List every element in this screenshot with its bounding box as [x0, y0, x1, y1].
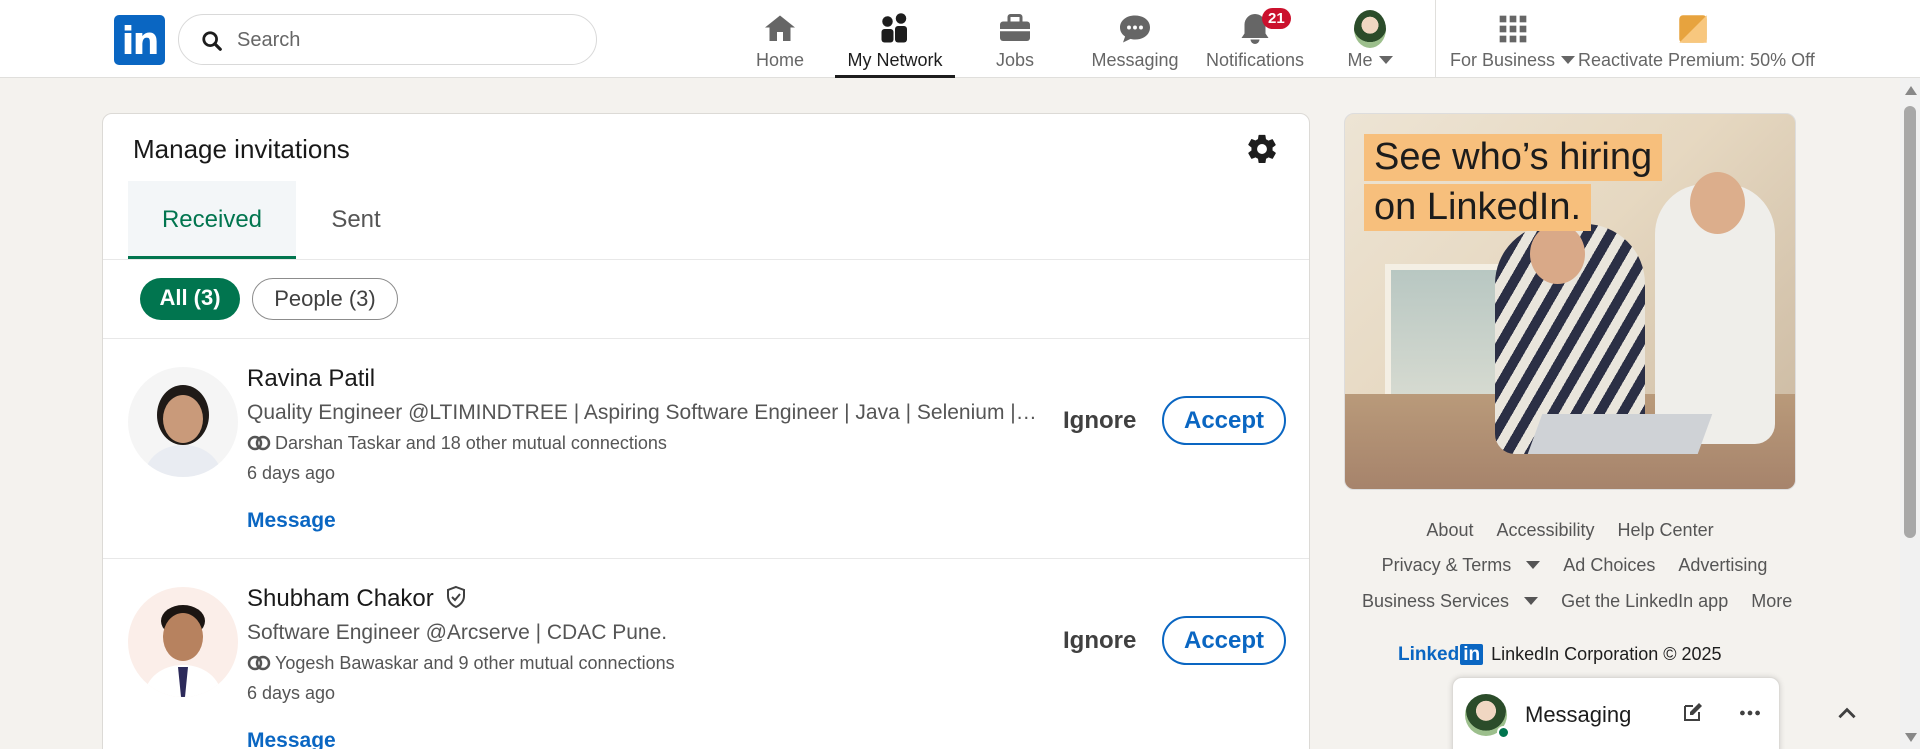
hiring-ad[interactable]: See who’s hiring on LinkedIn. — [1344, 113, 1796, 490]
nav-me-label: Me — [1335, 50, 1405, 71]
ad-laptop-graphic — [1527, 414, 1713, 454]
footer-row: Privacy & Terms Ad Choices Advertising — [1344, 555, 1796, 576]
accept-button[interactable]: Accept — [1162, 616, 1286, 665]
nav-messaging-label: Messaging — [1091, 50, 1179, 70]
footer-brand-logo: Linked in — [1398, 644, 1484, 665]
nav-home-label: Home — [755, 50, 804, 70]
footer-row: Business Services Get the LinkedIn app M… — [1344, 591, 1796, 612]
chat-icon — [1120, 15, 1150, 43]
avatar — [1354, 10, 1386, 48]
briefcase-icon — [1000, 14, 1030, 41]
invitee-name[interactable]: Ravina Patil — [247, 365, 375, 393]
footer-copyright: Linked in LinkedIn Corporation © 2025 — [1398, 644, 1722, 665]
invitations-card: Manage invitations Received Sent All (3)… — [102, 113, 1310, 749]
messaging-title[interactable]: Messaging — [1525, 702, 1631, 728]
footer-link-business-services[interactable]: Business Services — [1353, 591, 1539, 611]
nav-divider — [1435, 0, 1436, 78]
tab-received[interactable]: Received — [128, 181, 296, 259]
filter-people[interactable]: People (3) — [252, 278, 398, 320]
ignore-button[interactable]: Ignore — [1063, 407, 1136, 435]
nav-notifications[interactable]: 21 Notifications — [1200, 8, 1310, 78]
footer-link-accessibility[interactable]: Accessibility — [1496, 520, 1594, 540]
home-icon — [765, 15, 795, 41]
invitation-row: Ravina Patil Quality Engineer @LTIMINDTR… — [103, 339, 1309, 559]
invitee-name[interactable]: Shubham Chakor — [247, 585, 468, 613]
messaging-bar[interactable]: Messaging — [1452, 677, 1780, 749]
premium-icon — [1679, 15, 1707, 43]
mutual-connections-icon — [247, 655, 271, 671]
mutual-connections[interactable]: Darshan Taskar and 18 other mutual conne… — [247, 433, 667, 454]
nav-for-business-label: For Business — [1450, 50, 1576, 71]
search-icon — [202, 31, 222, 51]
footer-link-privacy-terms[interactable]: Privacy & Terms — [1373, 555, 1541, 575]
nav-jobs[interactable]: Jobs — [975, 8, 1055, 78]
scrollbar-thumb[interactable] — [1904, 106, 1916, 538]
footer-link-help-center[interactable]: Help Center — [1618, 520, 1714, 540]
nav-home[interactable]: Home — [740, 8, 820, 78]
filter-all[interactable]: All (3) — [140, 278, 240, 320]
nav-premium-label: Reactivate Premium: 50% Off — [1578, 50, 1815, 70]
invite-time: 6 days ago — [247, 683, 336, 703]
gear-icon[interactable] — [1245, 132, 1279, 166]
divider — [103, 259, 1309, 260]
nav-jobs-label: Jobs — [995, 50, 1035, 70]
network-icon — [881, 13, 907, 43]
nav-for-business[interactable]: For Business — [1450, 8, 1576, 78]
nav-premium[interactable]: Reactivate Premium: 50% Off — [1578, 8, 1815, 78]
footer-link-get-app[interactable]: Get the LinkedIn app — [1561, 591, 1728, 611]
footer-link-ad-choices[interactable]: Ad Choices — [1563, 555, 1655, 575]
scroll-down-arrow[interactable] — [1905, 733, 1917, 742]
tab-sent[interactable]: Sent — [296, 181, 416, 259]
search-input[interactable] — [237, 25, 567, 55]
page-title: Manage invitations — [133, 134, 350, 164]
grid-icon — [1499, 15, 1526, 43]
page-scrollbar[interactable] — [1900, 78, 1920, 749]
invitee-headline: Quality Engineer @LTIMINDTREE | Aspiring… — [247, 401, 1037, 424]
nav-messaging[interactable]: Messaging — [1085, 8, 1185, 78]
chevron-down-icon — [1524, 597, 1539, 605]
verified-icon — [447, 585, 466, 609]
chevron-down-icon — [1561, 56, 1576, 64]
linkedin-logo[interactable]: in — [114, 15, 165, 65]
profile-photo[interactable] — [128, 367, 238, 477]
mutual-connections-icon — [247, 435, 271, 451]
nav-notifications-label: Notifications — [1205, 50, 1305, 70]
ad-headline-line2: on LinkedIn. — [1364, 184, 1592, 231]
footer-row: About Accessibility Help Center — [1344, 520, 1796, 541]
accept-button[interactable]: Accept — [1162, 396, 1286, 445]
chevron-down-icon — [1378, 56, 1393, 64]
mutual-connections[interactable]: Yogesh Bawaskar and 9 other mutual conne… — [247, 653, 675, 674]
ad-person-head-graphic — [1530, 224, 1585, 284]
nav-me[interactable]: Me — [1335, 8, 1405, 78]
footer-link-advertising[interactable]: Advertising — [1678, 555, 1767, 575]
online-status-dot — [1497, 726, 1510, 739]
collapse-chevron-up-icon[interactable] — [1834, 701, 1860, 727]
search-box[interactable] — [178, 14, 597, 65]
footer-link-about[interactable]: About — [1426, 520, 1473, 540]
invitee-headline: Software Engineer @Arcserve | CDAC Pune. — [247, 621, 668, 644]
message-link[interactable]: Message — [247, 509, 336, 533]
notification-badge: 21 — [1262, 8, 1291, 29]
profile-photo[interactable] — [128, 587, 238, 697]
compose-message-icon[interactable] — [1681, 700, 1705, 724]
chevron-down-icon — [1526, 561, 1541, 569]
message-link[interactable]: Message — [247, 729, 336, 749]
ad-person-head-graphic — [1690, 172, 1745, 234]
more-options-icon[interactable] — [1737, 700, 1763, 726]
ad-headline-line1: See who’s hiring — [1364, 134, 1663, 181]
nav-my-network[interactable]: My Network — [835, 8, 955, 78]
footer-link-more[interactable]: More — [1751, 591, 1792, 611]
scroll-up-arrow[interactable] — [1905, 86, 1917, 95]
invitation-row: Shubham Chakor Software Engineer @Arcser… — [103, 559, 1309, 749]
nav-my-network-label: My Network — [847, 50, 943, 70]
ignore-button[interactable]: Ignore — [1063, 627, 1136, 655]
invite-time: 6 days ago — [247, 463, 336, 483]
top-nav: in Home My Network Jobs Messaging 21 Not… — [0, 0, 1920, 78]
